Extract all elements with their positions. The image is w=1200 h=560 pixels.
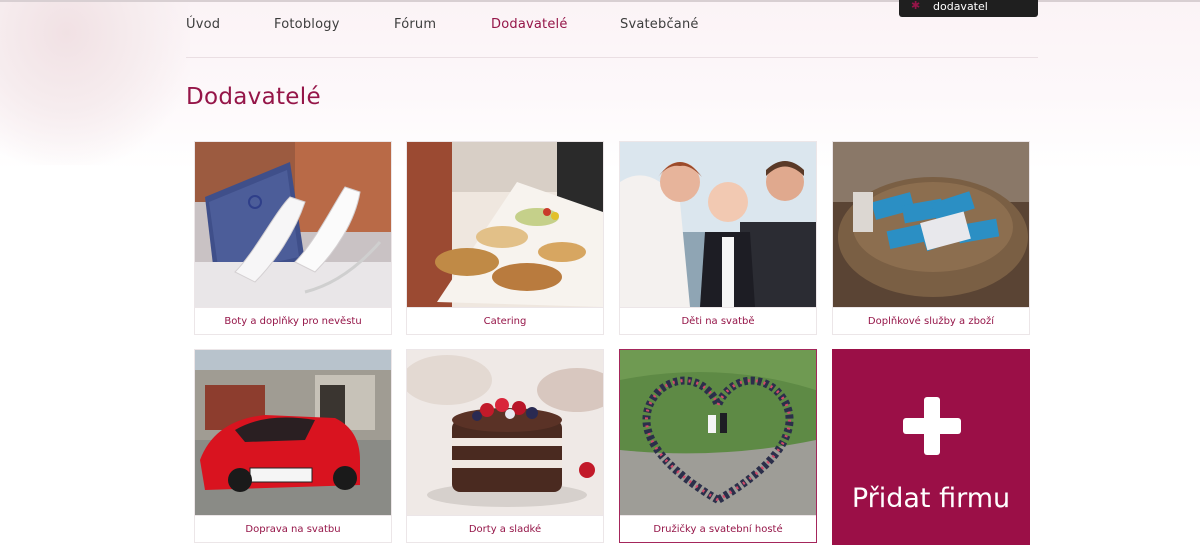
- category-label: Děti na svatbě: [620, 307, 816, 336]
- add-company-label: Přidat firmu: [851, 483, 1011, 514]
- bride-photo-fade: [0, 0, 190, 165]
- category-card-boty[interactable]: Boty a doplňky pro nevěstu: [194, 141, 392, 335]
- category-card-catering[interactable]: Catering: [406, 141, 604, 335]
- category-card-doprava[interactable]: Doprava na svatbu: [194, 349, 392, 543]
- add-company-button[interactable]: Přidat firmu: [832, 349, 1030, 545]
- nav-item-svatebcane[interactable]: Svatebčané: [620, 17, 699, 32]
- page-title: Dodavatelé: [186, 84, 321, 110]
- nav-item-dodavatele[interactable]: Dodavatelé: [491, 17, 568, 32]
- nav-item-uvod[interactable]: Úvod: [186, 17, 220, 32]
- account-label: dodavatel: [933, 0, 988, 13]
- category-card-dorty[interactable]: Dorty a sladké: [406, 349, 604, 543]
- category-label: Doplňkové služby a zboží: [833, 307, 1029, 336]
- nav-item-fotoblogy[interactable]: Fotoblogy: [274, 17, 340, 32]
- star-icon: ✱: [911, 0, 921, 12]
- red-sports-car-photo: [195, 350, 391, 515]
- category-label: Catering: [407, 307, 603, 336]
- category-card-doplnkove-sluzby[interactable]: Doplňkové služby a zboží: [832, 141, 1030, 335]
- category-label: Dorty a sladké: [407, 515, 603, 544]
- chocolate-cake-photo: [407, 350, 603, 515]
- gift-basket-photo: [833, 142, 1029, 307]
- category-label: Družičky a svatební hosté: [620, 515, 816, 544]
- nav-item-forum[interactable]: Fórum: [394, 17, 436, 32]
- buffet-photo: [407, 142, 603, 307]
- nav-divider: [186, 57, 1038, 58]
- plus-icon: [903, 397, 961, 455]
- category-label: Doprava na svatbu: [195, 515, 391, 544]
- category-card-deti[interactable]: Děti na svatbě: [619, 141, 817, 335]
- account-menu[interactable]: ✱ dodavatel: [899, 0, 1038, 17]
- category-card-druzicky[interactable]: Družičky a svatební hosté: [619, 349, 817, 543]
- bridal-shoes-photo: [195, 142, 391, 307]
- wedding-guests-heart-photo: [620, 350, 816, 515]
- category-label: Boty a doplňky pro nevěstu: [195, 307, 391, 336]
- wedding-couple-baby-photo: [620, 142, 816, 307]
